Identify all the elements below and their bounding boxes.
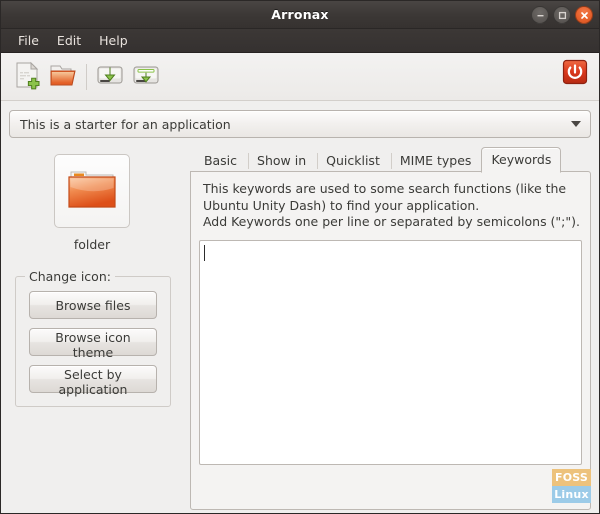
- folder-icon: [64, 162, 120, 220]
- maximize-button[interactable]: [553, 6, 571, 24]
- tab-mime-types[interactable]: MIME types: [390, 148, 482, 173]
- select-by-application-button[interactable]: Select by application: [29, 365, 157, 393]
- starter-selector-row: This is a starter for an application: [1, 101, 599, 144]
- toolbar: [1, 53, 599, 101]
- change-icon-legend: Change icon:: [25, 269, 115, 284]
- keywords-textarea[interactable]: [199, 240, 582, 465]
- save-as-icon: [131, 60, 161, 94]
- application-window: Arronax File Edit Help: [0, 0, 600, 514]
- toolbar-separator: [86, 64, 87, 90]
- browse-icon-theme-button[interactable]: Browse icon theme: [29, 328, 157, 356]
- new-document-button[interactable]: [9, 59, 45, 95]
- watermark-line-1: FOSS: [552, 469, 591, 486]
- starter-combobox-value: This is a starter for an application: [20, 117, 231, 132]
- keywords-description: This keywords are used to some search fu…: [199, 181, 582, 231]
- minimize-button[interactable]: [531, 6, 549, 24]
- save-button[interactable]: [92, 59, 128, 95]
- icon-preview-area: folder: [9, 154, 175, 252]
- quit-button[interactable]: [561, 60, 589, 88]
- foss-linux-watermark: FOSS Linux: [552, 469, 591, 503]
- watermark-line-2: Linux: [552, 486, 591, 503]
- menu-help[interactable]: Help: [90, 30, 137, 51]
- titlebar: Arronax: [1, 1, 599, 29]
- main-body: folder Change icon: Browse files Browse …: [1, 144, 599, 513]
- keywords-page: This keywords are used to some search fu…: [190, 171, 591, 510]
- keywords-description-line-3: Add Keywords one per line or separated b…: [203, 214, 580, 231]
- keywords-description-line-2: Ubuntu Unity Dash) to find your applicat…: [203, 198, 580, 215]
- icon-preview-caption: folder: [74, 237, 110, 252]
- keywords-description-line-1: This keywords are used to some search fu…: [203, 181, 580, 198]
- open-folder-button[interactable]: [45, 59, 81, 95]
- window-controls: [531, 6, 593, 24]
- left-pane: folder Change icon: Browse files Browse …: [1, 147, 183, 513]
- browse-files-button[interactable]: Browse files: [29, 291, 157, 319]
- text-caret: [204, 245, 206, 261]
- save-as-button[interactable]: [128, 59, 164, 95]
- icon-preview-button[interactable]: [54, 154, 130, 228]
- tab-keywords[interactable]: Keywords: [481, 147, 561, 173]
- tab-show-in[interactable]: Show in: [247, 148, 316, 173]
- new-document-icon: [12, 60, 42, 94]
- tab-quicklist[interactable]: Quicklist: [316, 148, 390, 173]
- menu-edit[interactable]: Edit: [48, 30, 90, 51]
- window-title: Arronax: [271, 7, 328, 22]
- close-button[interactable]: [575, 6, 593, 24]
- starter-combobox[interactable]: This is a starter for an application: [9, 110, 591, 138]
- chevron-down-icon: [571, 121, 581, 127]
- save-icon: [95, 60, 125, 94]
- menu-file[interactable]: File: [9, 30, 48, 51]
- right-pane: Basic Show in Quicklist MIME types Keywo…: [183, 147, 599, 513]
- tab-basic[interactable]: Basic: [194, 148, 247, 173]
- change-icon-frame: Change icon: Browse files Browse icon th…: [15, 276, 171, 407]
- menubar: File Edit Help: [1, 29, 599, 53]
- power-icon: [562, 59, 588, 89]
- open-folder-icon: [48, 60, 78, 94]
- notebook-tabbar: Basic Show in Quicklist MIME types Keywo…: [190, 147, 591, 172]
